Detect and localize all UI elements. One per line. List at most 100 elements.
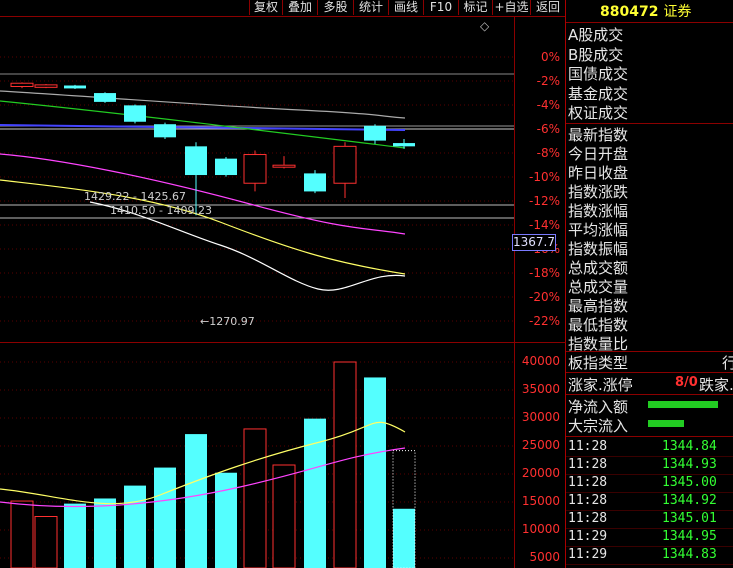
annotation-low-value: 1270.97: [209, 315, 255, 328]
stock-header: 880472 证券: [600, 1, 691, 21]
price-axis-label: -20%: [528, 290, 560, 304]
tick-time: 11:28: [568, 439, 608, 454]
volume-axis-label: 10000: [521, 522, 560, 536]
updown-divider: [566, 394, 733, 395]
volume-bar: [34, 516, 58, 568]
current-price-box: 1367.7: [512, 234, 556, 251]
block-inflow-bar: [648, 420, 684, 427]
tick-time: 11:29: [568, 529, 608, 544]
price-axis-label: -14%: [528, 218, 560, 232]
index-item: 今日开盘: [568, 145, 629, 163]
turnover-item: 国债成交: [568, 65, 629, 83]
price-axis-label: -10%: [528, 170, 560, 184]
price-axis-label: -18%: [528, 266, 560, 280]
ma-green-line: [0, 100, 406, 149]
f10-button[interactable]: F10: [423, 0, 458, 15]
volume-bar: [124, 485, 146, 568]
volume-axis-label: 30000: [521, 410, 560, 424]
flow-divider: [566, 436, 733, 437]
ma-yellow-line: [0, 179, 406, 275]
candle-body: [34, 84, 58, 88]
add-watchlist-button[interactable]: +自选: [492, 0, 530, 15]
candle-body: [185, 146, 207, 176]
index-item: 平均涨幅: [568, 221, 629, 239]
net-inflow-bar: [648, 401, 718, 408]
overlay-button[interactable]: 叠加: [282, 0, 317, 15]
volume-bar: [333, 361, 357, 568]
index-item: 最新指数: [568, 126, 629, 144]
volume-axis-label: 40000: [521, 354, 560, 368]
index-item: 最高指数: [568, 297, 629, 315]
index-item: 指数涨跌: [568, 183, 629, 201]
tick-time: 11:28: [568, 457, 608, 472]
volume-bar: [215, 472, 237, 568]
candle-body: [304, 173, 326, 192]
candle-body: [243, 154, 267, 184]
price-axis-label: 0%: [540, 50, 560, 64]
index-item: 最低指数: [568, 316, 629, 334]
mark-button[interactable]: 标记: [458, 0, 492, 15]
volume-axis-label: 5000: [529, 550, 560, 564]
price-axis-label: -6%: [536, 122, 560, 136]
annotation-low: ←1270.97: [200, 315, 255, 328]
turnover-item: A股成交: [568, 26, 624, 44]
board-divider: [566, 372, 733, 373]
tick-time: 11:28: [568, 475, 608, 490]
tick-price: 1344.84: [662, 439, 717, 454]
annotation-second-range: 1410.50 - 1409.23: [110, 204, 212, 217]
board-type-value: 行: [722, 354, 733, 372]
volume-axis-label: 25000: [521, 438, 560, 452]
candle-body: [215, 158, 237, 176]
price-axis-label: -4%: [536, 98, 560, 112]
tick-price: 1344.95: [662, 529, 717, 544]
candle-body: [272, 164, 296, 168]
draw-line-button[interactable]: 画线: [388, 0, 423, 15]
volume-bar: [393, 508, 415, 568]
tick-price: 1344.93: [662, 457, 717, 472]
tick-time: 11:28: [568, 511, 608, 526]
stock-name: 证券: [663, 4, 692, 20]
index-item: 总成交量: [568, 278, 629, 296]
tick-time: 11:28: [568, 493, 608, 508]
candle-body: [64, 85, 86, 89]
axis-divider: [514, 17, 515, 568]
tick-time: 11:29: [568, 547, 608, 562]
block-inflow-label: 大宗流入: [568, 417, 629, 435]
price-axis-label: -8%: [536, 146, 560, 160]
annotation-high-range: 1429.22 - 1425.67: [84, 190, 186, 203]
index-item: 昨日收盘: [568, 164, 629, 182]
turnover-item: B股成交: [568, 45, 624, 64]
candle-body: [124, 105, 146, 122]
volume-axis-label: 15000: [521, 494, 560, 508]
candle-body: [333, 145, 357, 184]
tick-price: 1345.00: [662, 475, 717, 490]
volume-axis-label: 20000: [521, 466, 560, 480]
index-item: 指数涨幅: [568, 202, 629, 220]
index-item: 指数振幅: [568, 240, 629, 258]
back-button[interactable]: 返回: [530, 0, 565, 15]
down-label: 跌家.: [699, 376, 733, 394]
statistics-button[interactable]: 统计: [353, 0, 388, 15]
volume-bar: [64, 503, 86, 568]
volume-bar: [10, 500, 34, 568]
volume-bar: [185, 434, 207, 568]
volume-bar: [272, 464, 296, 568]
tick-price: 1344.83: [662, 547, 717, 562]
volume-bar: [364, 377, 386, 568]
volume-bar: [154, 467, 176, 568]
price-axis-label: -2%: [536, 74, 560, 88]
candle-body: [94, 93, 116, 102]
tick-divider: [566, 564, 733, 565]
header-divider: [566, 22, 733, 23]
kline-chart: [0, 56, 514, 568]
index-item: 总成交额: [568, 259, 629, 277]
fuquan-button[interactable]: 复权: [249, 0, 282, 15]
volume-bar: [243, 428, 267, 568]
stock-code: 880472: [600, 4, 659, 20]
turnover-item: 基金成交: [568, 84, 629, 103]
tick-price: 1345.01: [662, 511, 717, 526]
up-limit-label: 涨家.涨停: [568, 376, 633, 394]
toolbar: 复权 叠加 多股 统计 画线 F10 标记 +自选 返回: [0, 0, 565, 16]
multi-stock-button[interactable]: 多股: [317, 0, 353, 15]
volume-axis-label: 35000: [521, 382, 560, 396]
